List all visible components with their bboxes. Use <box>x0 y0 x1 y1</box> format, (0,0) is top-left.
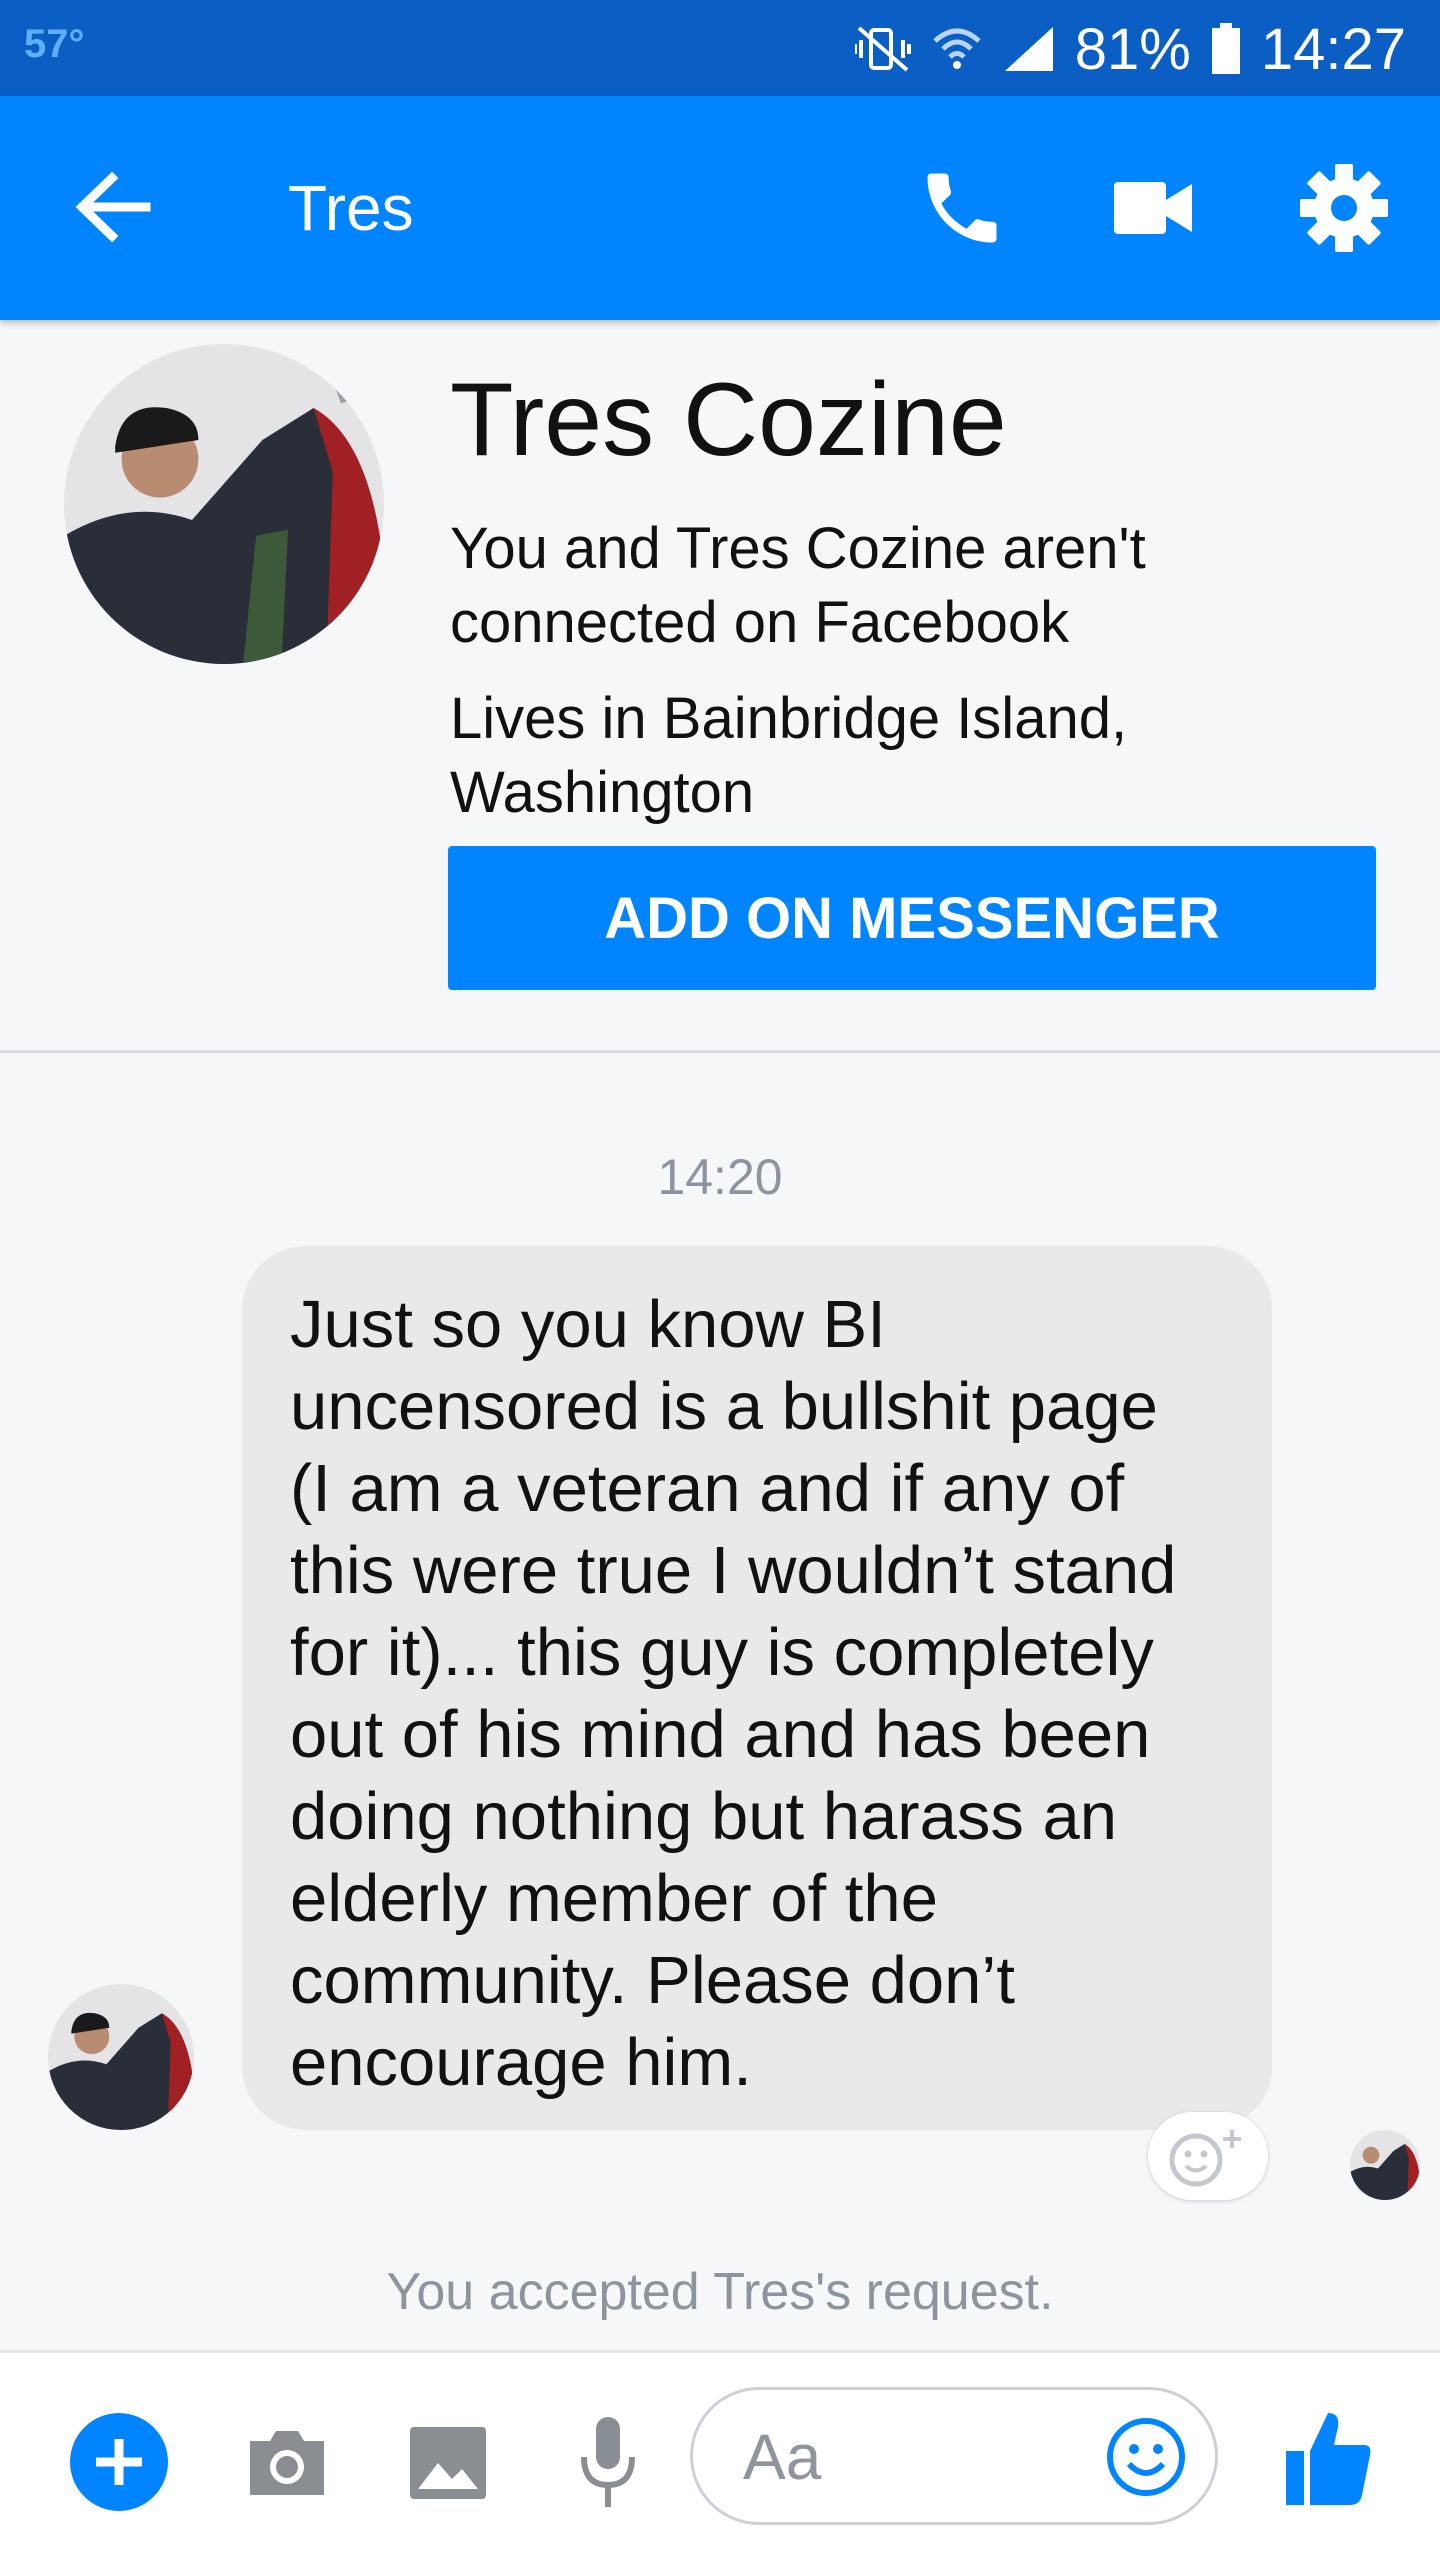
vibrate-mute-icon <box>854 24 911 74</box>
add-reaction-button[interactable] <box>1148 2112 1268 2200</box>
add-reaction-icon <box>1169 2130 1241 2187</box>
message-line: out of his mind and has been <box>290 1697 1151 1772</box>
video-camera-icon <box>1114 182 1192 234</box>
gear-icon <box>1300 164 1388 252</box>
voice-record-button[interactable] <box>578 2413 638 2511</box>
video-call-button[interactable] <box>1114 178 1192 238</box>
profile-avatar-image <box>64 344 384 664</box>
camera-icon <box>250 2431 324 2495</box>
image-icon <box>410 2427 486 2499</box>
like-button[interactable] <box>1284 2409 1372 2507</box>
system-message: You accepted Tres's request. <box>386 2263 1054 2321</box>
battery-percent: 81% <box>1074 16 1191 82</box>
location-info: Lives in Bainbridge Island, Washington <box>450 682 1350 830</box>
emoji-button[interactable] <box>1105 2416 1187 2498</box>
emoji-icon <box>1107 2418 1185 2496</box>
message-line: for it)... this guy is completely <box>290 1615 1154 1690</box>
clock-time: 14:27 <box>1260 16 1406 82</box>
message-timestamp: 14:20 <box>657 1149 783 1205</box>
status-indicators: 81% 14:27 <box>854 14 1406 84</box>
battery-icon <box>1211 23 1241 75</box>
camera-button[interactable] <box>244 2419 330 2505</box>
seen-receipt-avatar <box>1350 2130 1420 2200</box>
message-line: community. Please don’t <box>290 1943 1015 2018</box>
gallery-button[interactable] <box>408 2419 488 2505</box>
location-line: Washington <box>450 760 755 825</box>
message-input[interactable]: Aa <box>690 2387 1218 2525</box>
sender-avatar-image <box>48 1984 194 2130</box>
signal-icon <box>1003 25 1055 73</box>
more-options-button[interactable] <box>70 2413 168 2511</box>
sender-avatar[interactable] <box>48 1984 194 2130</box>
connection-status: You and Tres Cozine aren't connected on … <box>450 512 1350 660</box>
back-arrow-icon <box>75 171 151 243</box>
seen-avatar-image <box>1350 2130 1420 2200</box>
weather-temperature: 57° <box>24 22 85 66</box>
microphone-icon <box>581 2417 635 2507</box>
back-button[interactable] <box>72 166 154 248</box>
connection-status-line: You and Tres Cozine aren't <box>450 516 1146 581</box>
chat-title[interactable]: Tres <box>288 168 414 248</box>
plus-icon <box>70 2413 168 2511</box>
message-line: this were true I wouldn’t stand <box>290 1533 1177 1608</box>
message-line: (I am a veteran and if any of <box>290 1451 1125 1526</box>
message-line: doing nothing but harass an <box>290 1779 1117 1854</box>
add-on-messenger-button[interactable]: ADD ON MESSENGER <box>448 846 1376 990</box>
connection-status-line: connected on Facebook <box>450 590 1070 655</box>
message-line: elderly member of the <box>290 1861 938 1936</box>
message-line: uncensored is a bullshit page <box>290 1369 1158 1444</box>
profile-photo[interactable] <box>64 344 384 664</box>
chat-header: Tres <box>0 96 1440 320</box>
wifi-icon <box>931 25 983 73</box>
location-line: Lives in Bainbridge Island, <box>450 686 1128 751</box>
message-line: Just so you know BI <box>290 1287 886 1362</box>
profile-name: Tres Cozine <box>450 362 1007 478</box>
message-line: encourage him. <box>290 2025 752 2100</box>
thumbs-up-icon <box>1286 2413 1371 2505</box>
received-message-bubble[interactable]: Just so you know BI uncensored is a bull… <box>242 1246 1272 2130</box>
status-bar: 57° 81% 14:27 <box>0 0 1440 96</box>
settings-button[interactable] <box>1298 162 1390 254</box>
section-divider <box>0 1050 1440 1053</box>
message-composer: Aa <box>0 2350 1440 2563</box>
message-input-placeholder: Aa <box>743 2421 822 2493</box>
voice-call-button[interactable] <box>916 162 1008 254</box>
phone-icon <box>927 173 997 243</box>
